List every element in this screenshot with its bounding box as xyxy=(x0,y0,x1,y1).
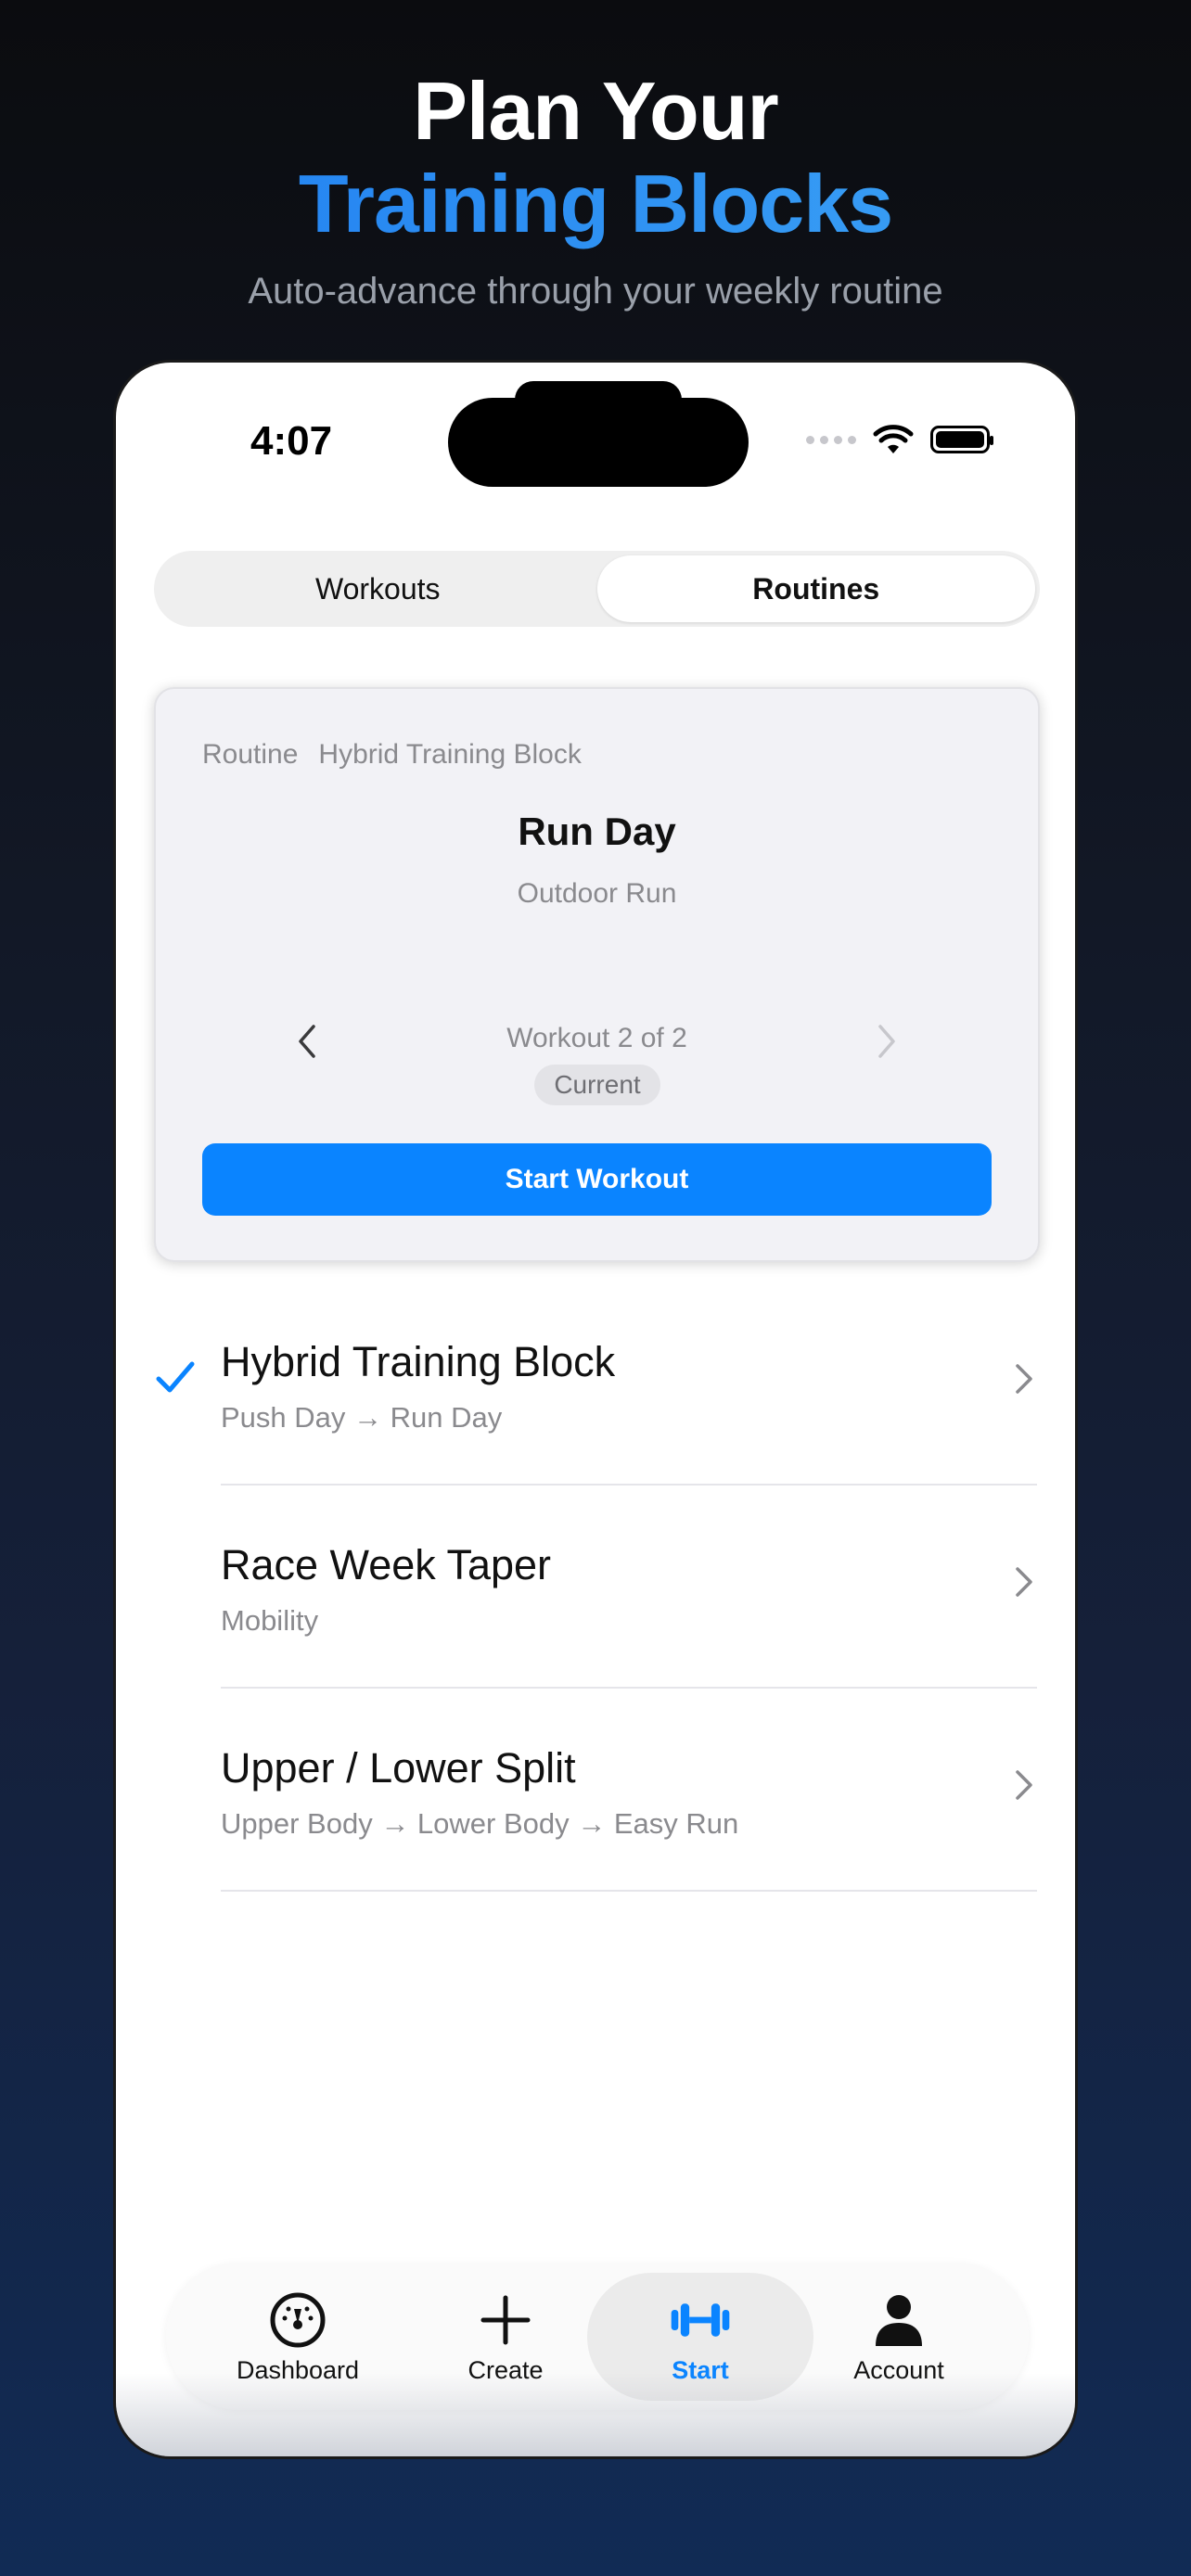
tab-bar: Dashboard Create Start Account xyxy=(166,2264,1029,2410)
dynamic-island xyxy=(448,398,749,487)
workout-title: Run Day xyxy=(518,810,676,853)
routine-row[interactable]: Upper / Lower Split Upper Body → Lower B… xyxy=(116,1689,1075,1892)
workout-pager: Workout 2 of 2 xyxy=(506,1023,687,1053)
checkmark-icon xyxy=(156,1361,195,1393)
chevron-right-icon xyxy=(1016,1567,1032,1597)
routine-title: Hybrid Training Block xyxy=(221,1338,616,1385)
start-workout-button[interactable]: Start Workout xyxy=(202,1143,992,1216)
segment-routines[interactable]: Routines xyxy=(596,555,1035,622)
hero-title-line1: Plan Your xyxy=(413,65,779,157)
person-icon xyxy=(876,2294,922,2346)
chevron-right-icon xyxy=(1016,1364,1032,1394)
card-label: Routine xyxy=(202,739,299,770)
tab-start[interactable]: Start xyxy=(587,2273,813,2401)
routine-row[interactable]: Race Week Taper Mobility xyxy=(116,1486,1075,1689)
card-routine-name: Hybrid Training Block xyxy=(318,739,582,770)
status-icons xyxy=(806,424,993,455)
tab-start-label: Start xyxy=(672,2355,729,2384)
routine-title: Race Week Taper xyxy=(221,1541,552,1588)
gauge-icon xyxy=(270,2292,326,2347)
segment-workouts[interactable]: Workouts xyxy=(159,555,597,622)
divider xyxy=(221,1890,1037,1892)
dumbbell-icon xyxy=(671,2302,730,2337)
chevron-right-icon xyxy=(1016,1770,1032,1800)
hero-subtitle: Auto-advance through your weekly routine xyxy=(248,271,943,312)
current-badge: Current xyxy=(534,1065,660,1105)
tab-account[interactable]: Account xyxy=(786,2273,1012,2401)
tab-account-label: Account xyxy=(853,2355,944,2384)
tab-create[interactable]: Create xyxy=(392,2273,619,2401)
workouts-routines-toggle: Workouts Routines xyxy=(154,551,1040,627)
tab-create-label: Create xyxy=(467,2355,544,2384)
hero-title-line2: Training Blocks xyxy=(0,158,1191,250)
wifi-icon xyxy=(873,425,914,453)
workout-subtitle: Outdoor Run xyxy=(517,878,677,909)
hero: Plan Your Training Blocks Auto-advance t… xyxy=(0,65,1191,312)
plus-icon xyxy=(480,2295,531,2344)
routine-title: Upper / Lower Split xyxy=(221,1744,576,1792)
routine-subtitle: Push Day → Run Day xyxy=(221,1401,503,1434)
routine-subtitle: Upper Body → Lower Body → Easy Run xyxy=(221,1807,739,1840)
card-breadcrumb: Routine Hybrid Training Block xyxy=(202,739,582,771)
next-workout-button[interactable] xyxy=(873,1023,899,1060)
current-routine-card: Routine Hybrid Training Block Run Day Ou… xyxy=(154,687,1040,1262)
routine-row[interactable]: Hybrid Training Block Push Day → Run Day xyxy=(116,1282,1075,1486)
phone-frame: 4:07 Workouts Routines Routine Hybrid Tr… xyxy=(113,360,1078,2459)
tab-dashboard[interactable]: Dashboard xyxy=(185,2273,411,2401)
cellular-signal-icon xyxy=(806,435,856,444)
routine-list: Hybrid Training Block Push Day → Run Day… xyxy=(116,1282,1075,1892)
tab-dashboard-label: Dashboard xyxy=(236,2355,360,2384)
status-time: 4:07 xyxy=(250,418,333,464)
routine-subtitle: Mobility xyxy=(221,1604,319,1637)
battery-icon xyxy=(930,426,993,453)
